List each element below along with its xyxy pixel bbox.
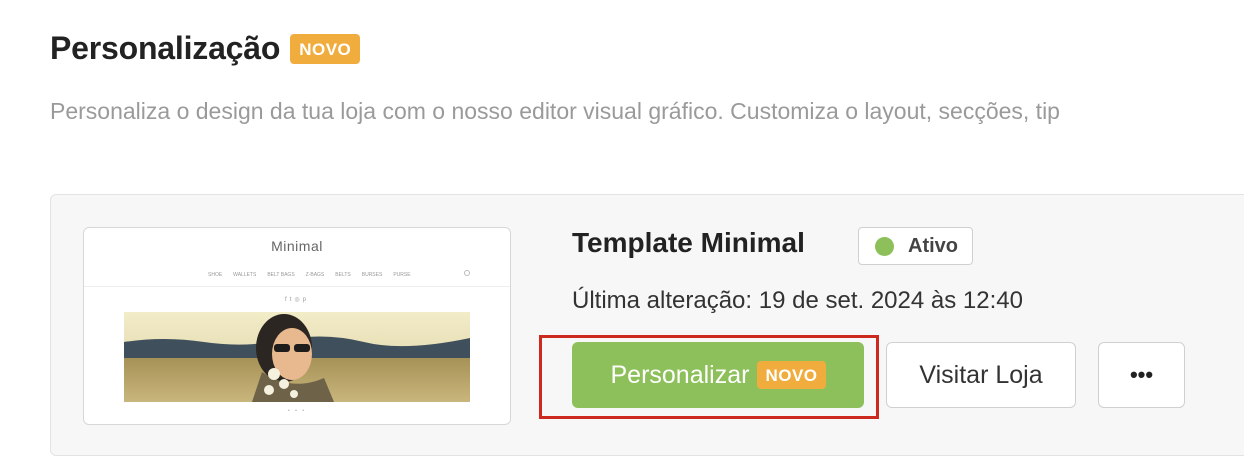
template-card: Minimal SHOE WALLETS BELT BAGS Z-BAGS BE…: [50, 194, 1244, 456]
template-title: Template Minimal: [572, 227, 805, 258]
preview-carousel-dots: • • •: [287, 408, 307, 414]
preview-nav-item: PURSE: [393, 272, 411, 278]
status-dot-icon: [875, 236, 894, 256]
new-badge: NOVO: [290, 33, 361, 64]
preview-nav-item: SHOE: [208, 272, 223, 278]
preview-nav: SHOE WALLETS BELT BAGS Z-BAGS BELTS BURS…: [208, 272, 411, 278]
instagram-icon: ◎: [294, 297, 303, 303]
preview-logo: Minimal: [271, 238, 323, 254]
preview-divider: [84, 286, 510, 287]
page-title: Personalização: [50, 30, 281, 66]
preview-nav-item: BELT BAGS: [267, 272, 295, 278]
preview-nav-item: BURSES: [361, 272, 383, 278]
preview-hero-image: [124, 312, 470, 402]
status-badge: Ativo: [858, 227, 973, 265]
preview-social-icons: ft◎p: [84, 296, 510, 303]
status-label: Ativo: [908, 234, 958, 257]
customize-button-label: Personalizar: [610, 360, 750, 389]
section-description: Personaliza o design da tua loja com o n…: [50, 98, 1060, 124]
last-modified: Última alteração: 19 de set. 2024 às 12:…: [572, 287, 1023, 314]
preview-nav-item: WALLETS: [233, 272, 257, 278]
new-badge: NOVO: [757, 361, 826, 389]
customize-button[interactable]: Personalizar NOVO: [572, 342, 864, 408]
preview-nav-item: BELTS: [335, 272, 351, 278]
more-options-button[interactable]: •••: [1098, 342, 1185, 408]
pinterest-icon: p: [302, 297, 309, 303]
preview-nav-item: Z-BAGS: [305, 272, 325, 278]
section-header: Personalização NOVO: [50, 30, 361, 67]
visit-store-button[interactable]: Visitar Loja: [886, 342, 1076, 408]
template-preview[interactable]: Minimal SHOE WALLETS BELT BAGS Z-BAGS BE…: [83, 227, 511, 425]
preview-search-icon: [464, 270, 470, 276]
